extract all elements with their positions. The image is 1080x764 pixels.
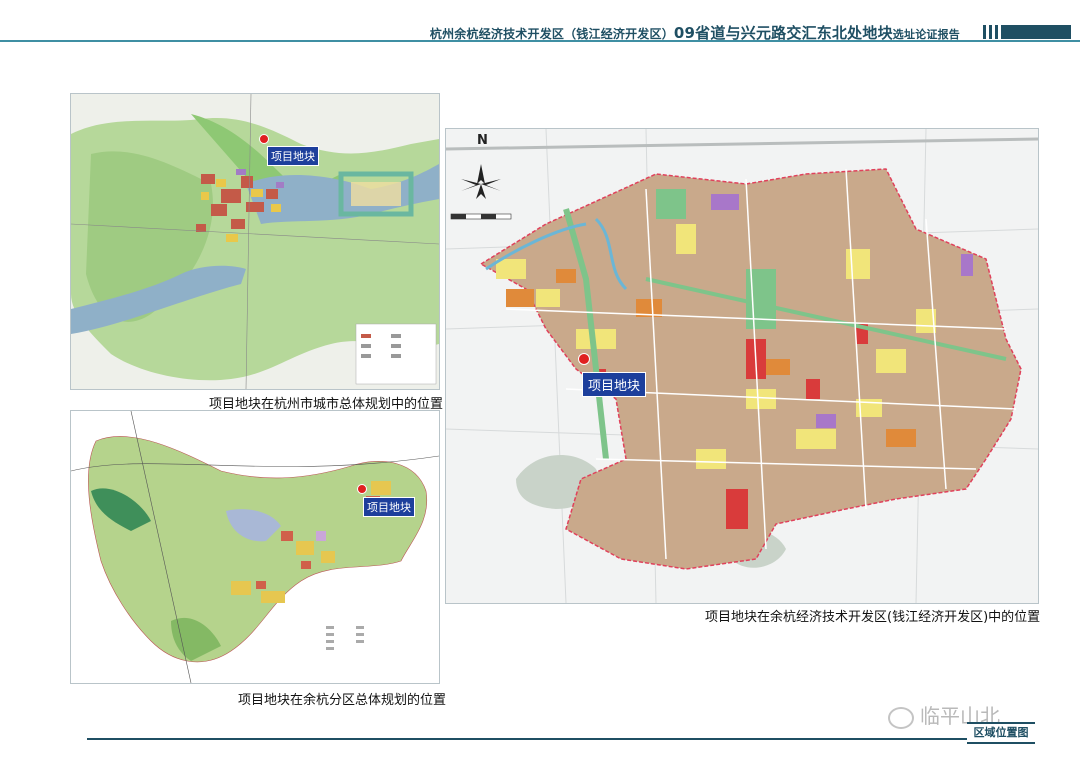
header-bars-decoration [983, 25, 1071, 39]
zone-plan-pin-label: 项目地块 [582, 372, 647, 397]
city-plan-pin-label: 项目地块 [267, 146, 319, 166]
section-tag: 区域位置图 [967, 722, 1035, 744]
report-title-main: 09省道与兴元路交汇东北处地块 [673, 24, 893, 42]
report-title: 杭州余杭经济技术开发区（钱江经济开发区）09省道与兴元路交汇东北处地块选址论证报… [430, 22, 960, 43]
city-plan-pin-dot [259, 134, 269, 144]
district-plan-caption: 项目地块在余杭分区总体规划的位置 [238, 693, 447, 708]
report-title-prefix: 杭州余杭经济技术开发区（钱江经济开发区） [429, 27, 674, 41]
district-plan-map: 项目地块 [70, 410, 440, 684]
north-label: N [477, 133, 488, 148]
city-plan-map: 项目地块 [70, 93, 440, 390]
footer-rule [87, 738, 967, 740]
zone-plan-caption: 项目地块在余杭经济技术开发区(钱江经济开发区)中的位置 [705, 610, 1041, 625]
zone-plan-pin-dot [578, 353, 590, 365]
district-plan-pin-label: 项目地块 [363, 497, 415, 517]
zone-plan-map: N 项目地块 [445, 128, 1039, 604]
report-title-suffix: 选址论证报告 [892, 28, 960, 41]
wechat-icon [888, 706, 914, 729]
district-plan-pin-dot [357, 484, 367, 494]
